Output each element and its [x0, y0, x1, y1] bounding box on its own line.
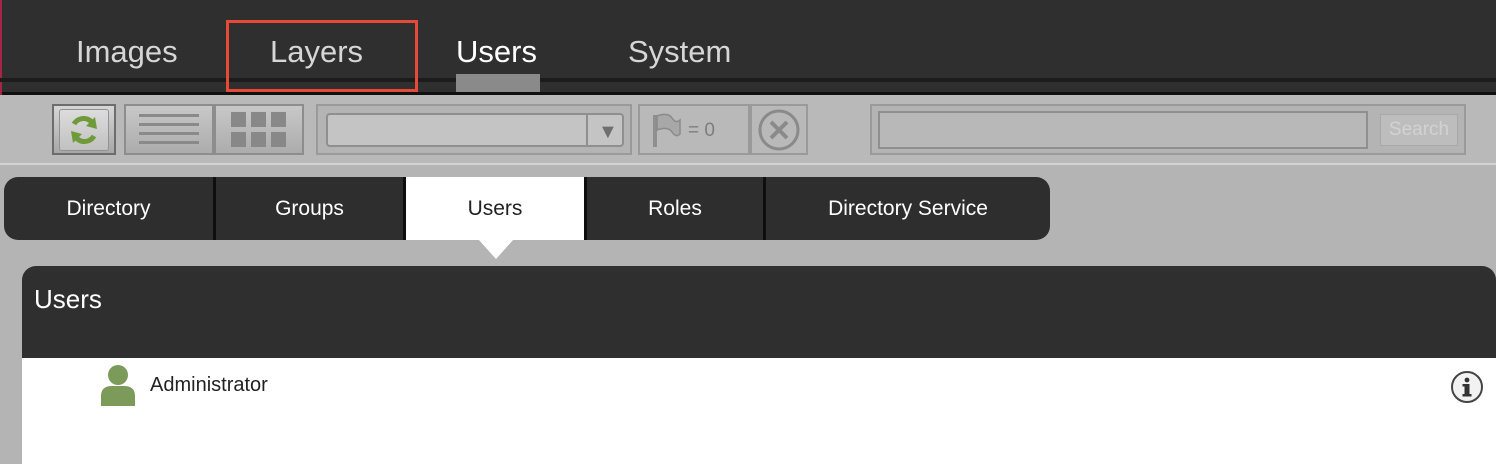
filter-select[interactable]: ▼: [316, 104, 632, 155]
select-divider: [586, 115, 588, 147]
tab-images[interactable]: Images: [76, 32, 178, 72]
tab-users[interactable]: Users: [456, 32, 537, 72]
chevron-down-icon[interactable]: ▼: [598, 121, 618, 144]
search-button[interactable]: Search: [1380, 114, 1458, 146]
tab-system[interactable]: System: [628, 32, 731, 72]
subtab-users[interactable]: Users: [406, 177, 584, 240]
active-tab-indicator: [456, 74, 540, 92]
flag-icon: [653, 113, 681, 147]
clear-icon: [758, 109, 800, 150]
subtab-directory-service[interactable]: Directory Service: [766, 177, 1050, 240]
filter-select-field[interactable]: ▼: [326, 113, 624, 147]
tab-layers[interactable]: Layers: [270, 32, 363, 72]
refresh-icon: [71, 115, 97, 144]
list-view-button[interactable]: [124, 104, 214, 155]
grid-view-button[interactable]: [214, 104, 304, 155]
toolbar: ▼ = 0 Search: [0, 95, 1496, 165]
subtab-bar: Directory Groups Users Roles Directory S…: [4, 177, 1050, 240]
panel-title: Users: [34, 284, 102, 314]
subtab-directory[interactable]: Directory: [4, 177, 216, 240]
grid-view-icon: [231, 111, 286, 147]
user-icon: [101, 365, 135, 406]
users-panel: Users Administrator: [22, 266, 1496, 464]
subtab-groups[interactable]: Groups: [216, 177, 406, 240]
refresh-button[interactable]: [52, 104, 116, 155]
user-name: Administrator: [150, 374, 268, 396]
flag-count-text: = 0: [688, 120, 715, 141]
search-input[interactable]: [878, 111, 1368, 149]
clear-button[interactable]: [750, 104, 808, 155]
panel-header: Users: [22, 266, 1496, 358]
top-nav-bar: Images Layers Users System: [0, 0, 1496, 95]
info-icon[interactable]: [1450, 370, 1484, 404]
flag-counter[interactable]: = 0: [638, 104, 750, 155]
list-item[interactable]: Administrator: [22, 358, 1496, 410]
nav-divider: [0, 78, 1496, 82]
users-list: Administrator: [22, 358, 1496, 464]
list-view-icon: [139, 113, 199, 144]
active-subtab-pointer: [478, 239, 514, 259]
subtab-roles[interactable]: Roles: [584, 177, 766, 240]
search-box: Search: [870, 104, 1466, 155]
